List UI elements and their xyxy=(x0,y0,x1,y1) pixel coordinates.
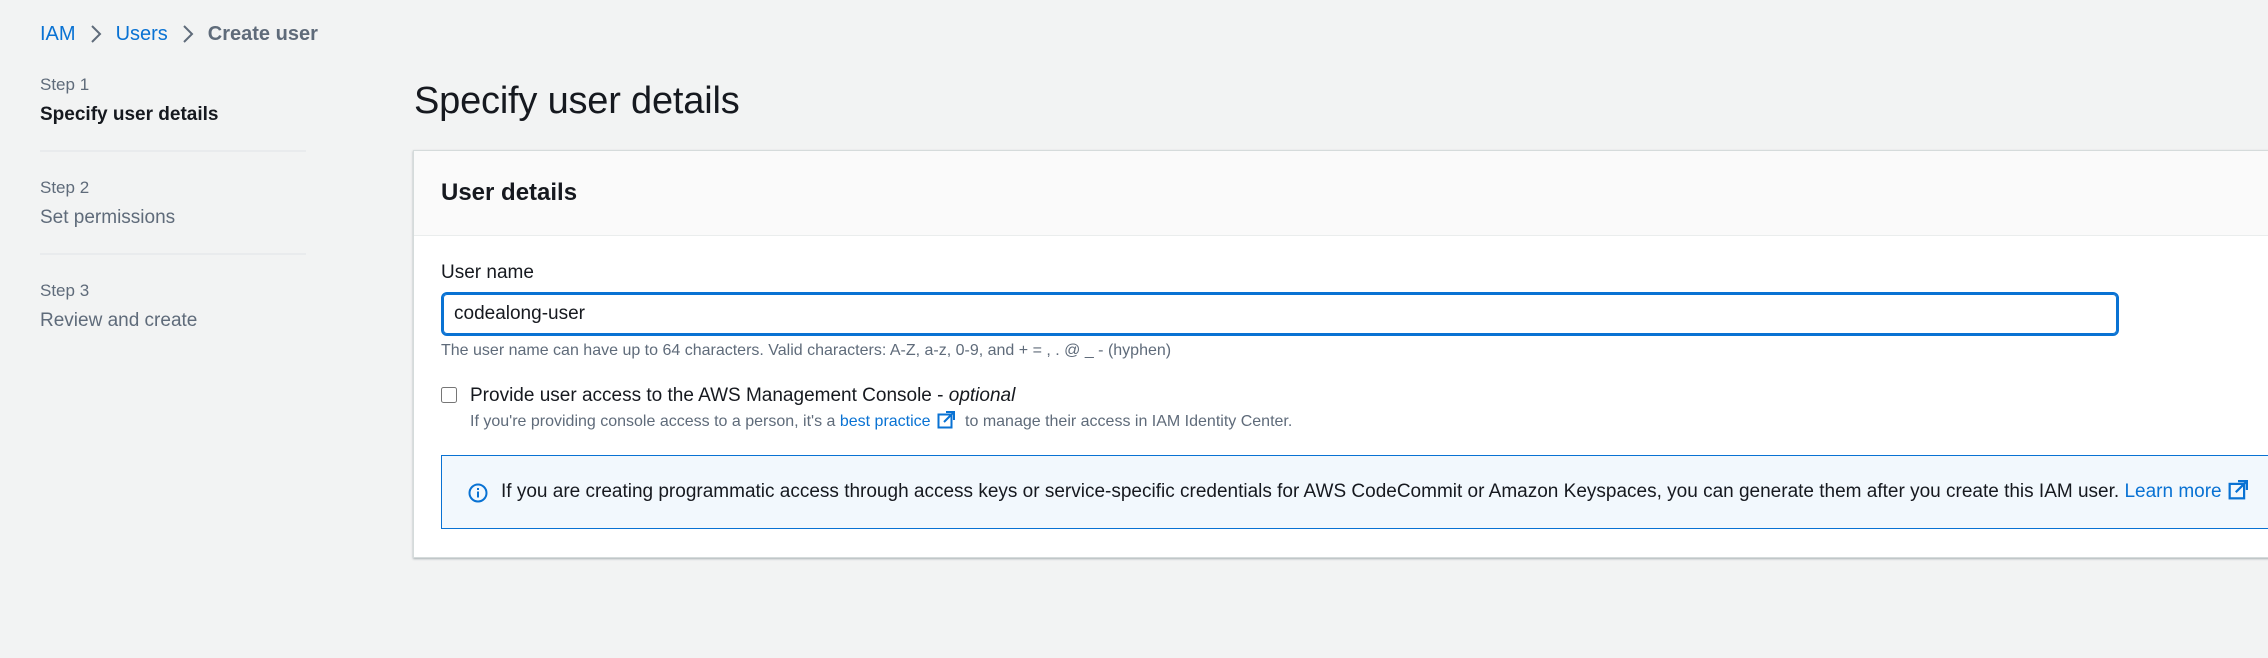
info-icon xyxy=(468,483,488,508)
learn-more-link[interactable]: Learn more xyxy=(2124,481,2221,502)
step-number: Step 3 xyxy=(40,281,90,300)
user-details-panel: User details User name The user name can… xyxy=(413,150,2268,558)
console-access-description: If you're providing console access to a … xyxy=(470,411,1292,433)
wizard-steps-nav: Step 1 Specify user details Step 2 Set p… xyxy=(40,74,306,334)
user-name-label: User name xyxy=(441,262,534,283)
console-access-label-text: Provide user access to the AWS Managemen… xyxy=(470,385,949,406)
external-link-icon[interactable] xyxy=(2228,480,2248,500)
info-alert: If you are creating programmatic access … xyxy=(441,455,2268,529)
user-name-constraint: The user name can have up to 64 characte… xyxy=(441,342,1172,359)
page-title: Specify user details xyxy=(414,80,740,122)
console-access-label[interactable]: Provide user access to the AWS Managemen… xyxy=(470,384,1015,408)
step-number: Step 1 xyxy=(40,75,90,94)
info-alert-text: If you are creating programmatic access … xyxy=(501,479,2254,505)
step-divider xyxy=(40,253,306,255)
wizard-step-3: Step 3 Review and create xyxy=(40,280,306,334)
breadcrumb: IAM Users Create user xyxy=(40,20,318,48)
breadcrumb-iam-link[interactable]: IAM xyxy=(40,23,76,46)
panel-title: User details xyxy=(441,179,578,206)
step-number: Step 2 xyxy=(40,178,90,197)
optional-tag: optional xyxy=(948,385,1016,406)
step-title: Set permissions xyxy=(40,207,176,228)
console-access-checkbox[interactable] xyxy=(441,387,457,403)
breadcrumb-current: Create user xyxy=(207,22,318,45)
desc-suffix: to manage their access in IAM Identity C… xyxy=(960,413,1293,430)
step-divider xyxy=(40,150,306,152)
breadcrumb-users-link[interactable]: Users xyxy=(116,23,168,46)
wizard-step-2: Step 2 Set permissions xyxy=(40,177,306,231)
chevron-right-icon xyxy=(182,24,194,44)
step-title: Review and create xyxy=(40,310,198,331)
user-name-input[interactable] xyxy=(441,292,2119,336)
wizard-step-1: Step 1 Specify user details xyxy=(40,74,306,128)
external-link-icon[interactable] xyxy=(937,411,955,429)
step-title: Specify user details xyxy=(40,104,219,125)
chevron-right-icon xyxy=(90,24,102,44)
best-practice-link[interactable]: best practice xyxy=(840,413,931,430)
panel-header: User details xyxy=(414,151,2268,236)
alert-message: If you are creating programmatic access … xyxy=(501,481,2125,502)
desc-prefix: If you're providing console access to a … xyxy=(470,413,840,430)
